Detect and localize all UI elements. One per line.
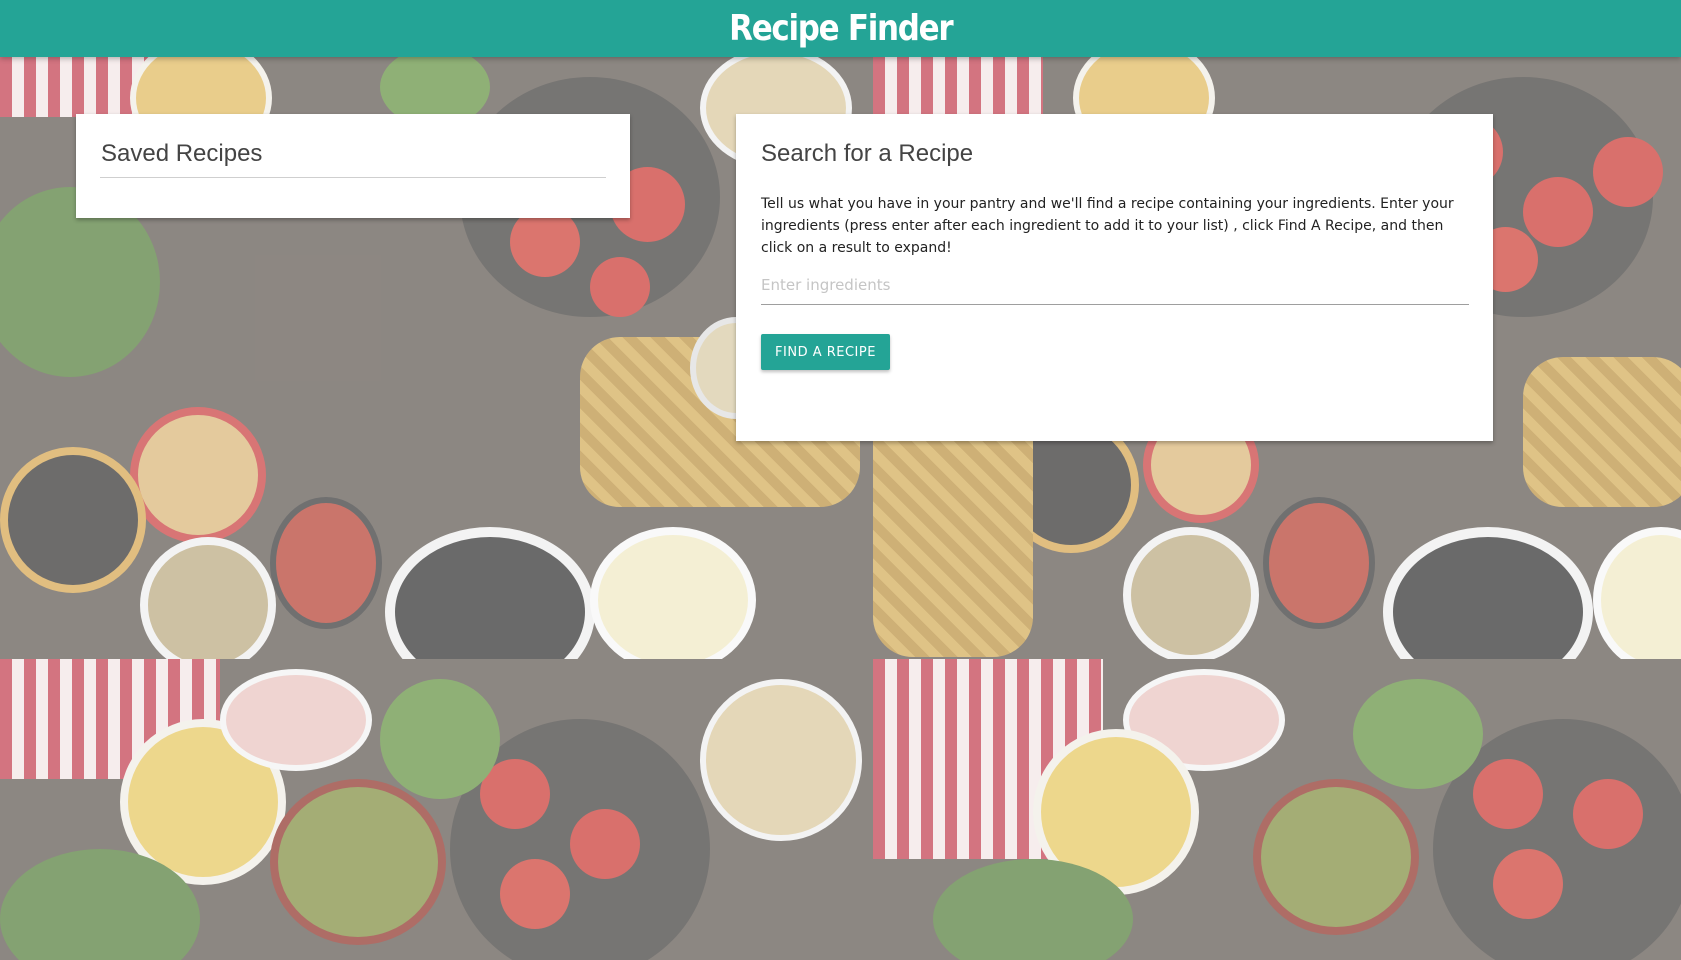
app-header: Recipe Finder xyxy=(0,0,1681,57)
search-recipe-card: Search for a Recipe Tell us what you hav… xyxy=(736,114,1493,441)
app-title: Recipe Finder xyxy=(728,8,953,49)
divider xyxy=(100,177,606,178)
search-instructions: Tell us what you have in your pantry and… xyxy=(761,196,1454,256)
find-recipe-button[interactable]: Find A Recipe xyxy=(761,334,890,370)
search-recipe-title: Search for a Recipe xyxy=(761,140,974,167)
saved-recipes-card: Saved Recipes xyxy=(76,114,630,218)
saved-recipes-title: Saved Recipes xyxy=(101,140,263,167)
ingredients-input[interactable] xyxy=(761,266,1469,305)
